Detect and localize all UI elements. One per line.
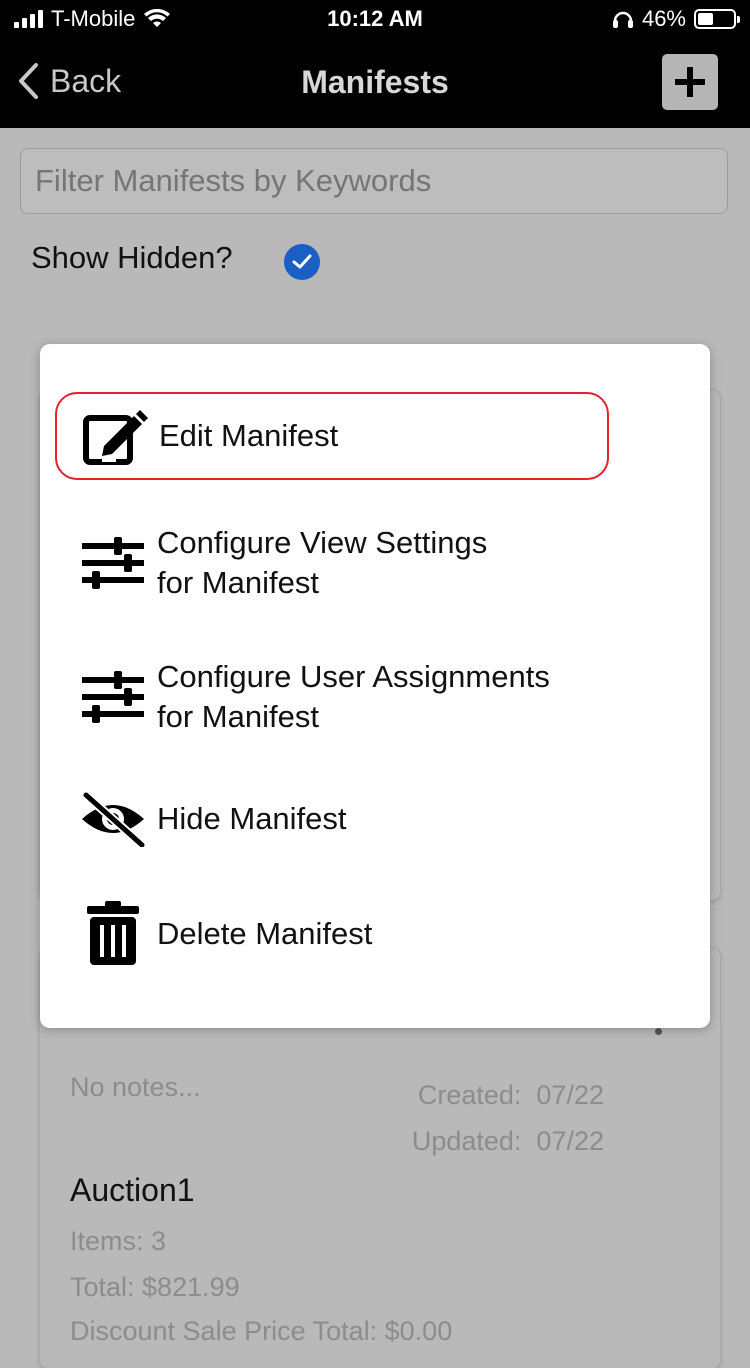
- edit-icon: [79, 400, 151, 472]
- edit-manifest-label: Edit Manifest: [159, 418, 339, 453]
- manifest-name: Auction1: [70, 1172, 195, 1208]
- configure-view-settings-label: Configure View Settings for Manifest: [157, 525, 488, 600]
- delete-manifest-label: Delete Manifest: [157, 916, 373, 951]
- sliders-icon: [77, 527, 149, 599]
- manifest-discount-total: Discount Sale Price Total: $0.00: [70, 1316, 453, 1346]
- battery-icon: [694, 9, 740, 29]
- show-hidden-checkbox[interactable]: [284, 244, 320, 280]
- page-title: Manifests: [301, 64, 449, 100]
- filter-input[interactable]: [20, 148, 728, 214]
- manifest-updated: Updated: 07/22: [411, 1126, 604, 1156]
- headphones-icon: [612, 11, 633, 28]
- hide-manifest-label: Hide Manifest: [157, 801, 347, 836]
- manifest-action-menu: Edit Manifest Configure View Settings fo…: [40, 344, 710, 1028]
- configure-user-assignments-label: Configure User Assignments for Manifest: [157, 659, 550, 734]
- manifest-items-count: Items: 3: [70, 1226, 167, 1256]
- trash-icon: [77, 898, 149, 970]
- manifest-created: Created: 07/22: [417, 1080, 604, 1110]
- edit-manifest-menu-item[interactable]: Edit Manifest: [55, 392, 609, 480]
- status-right: 46%: [612, 6, 740, 32]
- plus-icon: [675, 67, 705, 97]
- configure-user-assignments-menu-item[interactable]: Configure User Assignments for Manifest: [55, 652, 609, 742]
- more-indicator[interactable]: [655, 1028, 662, 1035]
- status-bar: T-Mobile 10:12 AM 46%: [0, 0, 750, 40]
- check-icon: [292, 254, 312, 269]
- eye-slash-icon: [77, 783, 149, 855]
- add-manifest-button[interactable]: [662, 54, 718, 110]
- sliders-icon: [77, 661, 149, 733]
- delete-manifest-menu-item[interactable]: Delete Manifest: [55, 894, 609, 974]
- navigation-bar: Back Manifests: [0, 40, 750, 128]
- manifest-notes: No notes...: [70, 1072, 201, 1102]
- show-hidden-label: Show Hidden?: [31, 240, 233, 275]
- configure-view-settings-menu-item[interactable]: Configure View Settings for Manifest: [55, 518, 609, 608]
- hide-manifest-menu-item[interactable]: Hide Manifest: [55, 784, 609, 854]
- manifest-total: Total: $821.99: [70, 1272, 240, 1302]
- battery-percent: 46%: [641, 6, 686, 31]
